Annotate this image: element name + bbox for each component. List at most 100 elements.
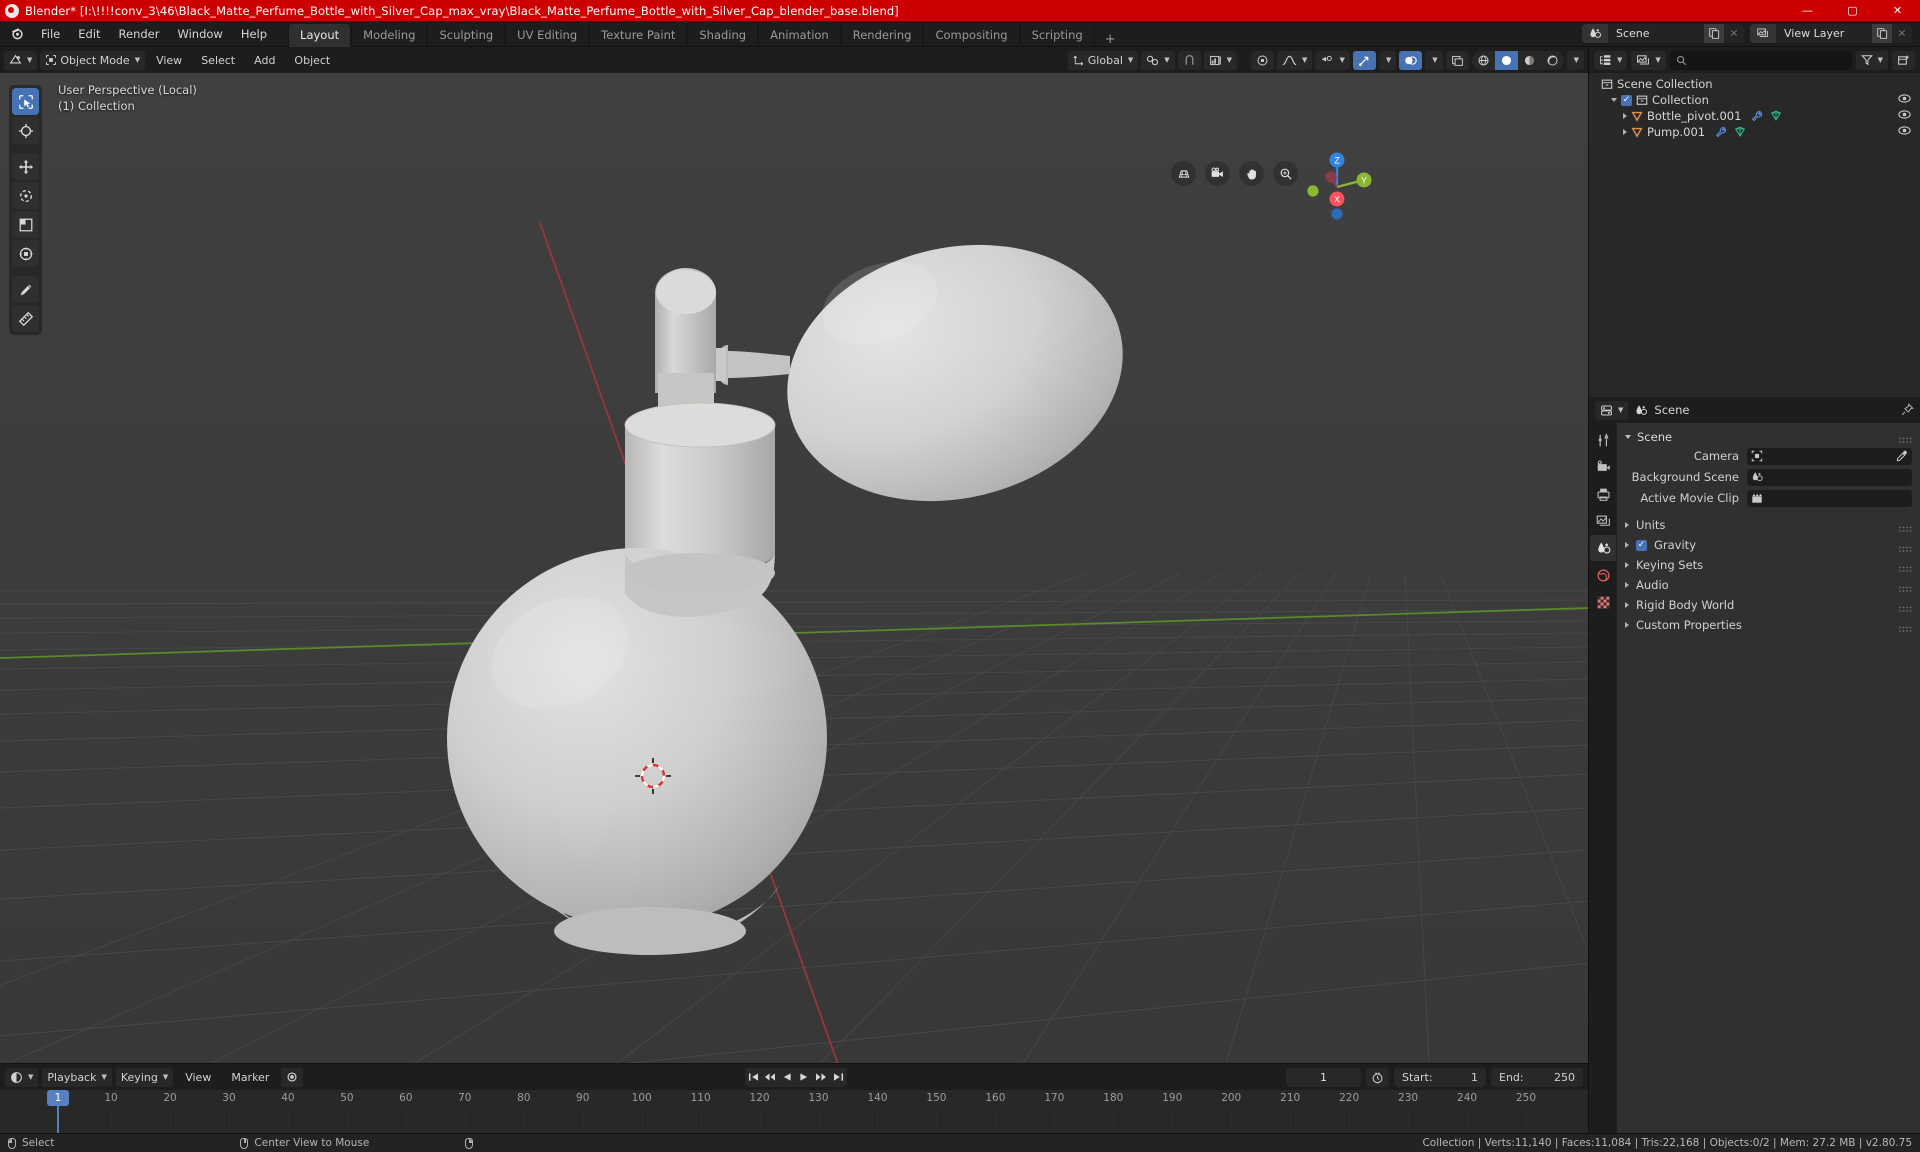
outliner-row-pump[interactable]: Pump.001 xyxy=(1589,124,1920,140)
timeline-menu-playback[interactable]: Playback ▼ xyxy=(42,1067,112,1087)
shading-material-button[interactable] xyxy=(1518,51,1541,70)
transform-orientation-selector[interactable]: Global ▼ xyxy=(1067,50,1139,70)
shading-solid-button[interactable] xyxy=(1494,50,1518,70)
tab-view-layer[interactable] xyxy=(1590,508,1616,534)
gizmo-y-negative[interactable] xyxy=(1307,185,1319,197)
jump-prev-keyframe-button[interactable] xyxy=(762,1068,779,1087)
outliner-row-collection[interactable]: Collection xyxy=(1589,92,1920,108)
axis-navigation-gizmo[interactable]: Z Y X xyxy=(1301,151,1373,223)
viewport-menu-select[interactable]: Select xyxy=(193,51,243,70)
menu-render[interactable]: Render xyxy=(110,24,169,44)
visibility-selector[interactable]: ▼ xyxy=(1315,50,1350,70)
new-scene-button[interactable] xyxy=(1704,24,1724,43)
remove-view-layer-button[interactable]: ✕ xyxy=(1892,24,1912,43)
xray-toggle-button[interactable] xyxy=(1445,50,1469,70)
use-preview-range-button[interactable] xyxy=(1366,1067,1389,1087)
menu-window[interactable]: Window xyxy=(168,24,231,44)
timeline-playhead[interactable]: 1 xyxy=(47,1090,69,1106)
snap-target-selector[interactable]: ▼ xyxy=(1141,50,1175,70)
panel-units[interactable]: Units xyxy=(1617,515,1920,535)
gizmo-z-negative[interactable] xyxy=(1331,208,1343,220)
outliner-row-bottle-pivot[interactable]: Bottle_pivot.001 xyxy=(1589,108,1920,124)
gizmo-toggle-button[interactable] xyxy=(1352,50,1376,70)
annotate-tool[interactable] xyxy=(12,276,39,303)
mesh-data-icon[interactable] xyxy=(1770,110,1782,122)
measure-tool[interactable] xyxy=(12,305,39,332)
select-box-tool[interactable] xyxy=(12,88,39,115)
transform-tool[interactable] xyxy=(12,240,39,267)
unlink-scene-button[interactable]: ✕ xyxy=(1724,24,1744,43)
menu-file[interactable]: File xyxy=(32,24,69,44)
collection-checkbox[interactable] xyxy=(1621,94,1632,106)
tab-output[interactable] xyxy=(1590,481,1616,507)
tab-rendering[interactable]: Rendering xyxy=(840,23,924,47)
overlays-toggle-button[interactable] xyxy=(1399,50,1423,70)
editor-type-selector[interactable]: ▼ xyxy=(4,50,38,70)
outliner-display-mode[interactable]: ▼ xyxy=(1631,50,1666,70)
eyedropper-icon[interactable] xyxy=(1896,447,1908,466)
frame-end-field[interactable]: End: 250 xyxy=(1491,1067,1583,1087)
toggle-camera-perspective-icon[interactable] xyxy=(1171,161,1196,186)
pan-view-icon[interactable] xyxy=(1239,161,1264,186)
rotate-tool[interactable] xyxy=(12,182,39,209)
frame-start-field[interactable]: Start: 1 xyxy=(1394,1067,1486,1087)
snap-toggle-button[interactable] xyxy=(1177,50,1201,70)
tab-scripting[interactable]: Scripting xyxy=(1019,23,1095,47)
tab-tool[interactable] xyxy=(1590,427,1616,453)
outliner-search-input[interactable] xyxy=(1669,50,1852,70)
panel-gravity[interactable]: Gravity xyxy=(1617,535,1920,555)
viewport-menu-add[interactable]: Add xyxy=(246,51,283,70)
menu-help[interactable]: Help xyxy=(232,24,276,44)
editor-type-properties[interactable]: ▼ xyxy=(1595,400,1629,420)
hide-in-viewport-icon[interactable] xyxy=(1898,109,1911,123)
viewport-menu-object[interactable]: Object xyxy=(286,51,338,70)
play-reverse-button[interactable] xyxy=(779,1068,796,1087)
scene-panel-header[interactable]: Scene xyxy=(1617,427,1920,446)
panel-drag-handle[interactable] xyxy=(1899,433,1912,443)
proportional-falloff-button[interactable] xyxy=(1251,50,1275,70)
disclosure-triangle-collection[interactable] xyxy=(1611,98,1617,102)
current-frame-field[interactable]: 1 xyxy=(1286,1067,1361,1087)
jump-next-keyframe-button[interactable] xyxy=(813,1068,830,1087)
timeline-track[interactable]: 10 20 30 40 50 60 70 80 90 100 110 120 130 140 150 160 1… xyxy=(0,1090,1588,1133)
blender-menu-icon[interactable] xyxy=(6,23,28,45)
tab-animation[interactable]: Animation xyxy=(758,23,841,47)
gizmo-options-dropdown[interactable]: ▼ xyxy=(1378,50,1397,70)
hide-in-viewport-icon[interactable] xyxy=(1898,125,1911,139)
timeline-menu-keying[interactable]: Keying ▼ xyxy=(115,1067,174,1087)
maximize-button[interactable]: ▢ xyxy=(1830,0,1875,21)
gizmo-x-negative[interactable] xyxy=(1325,171,1337,183)
object-mode-selector[interactable]: Object Mode ▼ xyxy=(40,50,146,70)
editor-type-timeline[interactable]: ▼ xyxy=(5,1067,39,1087)
outliner-filter-button[interactable]: ▼ xyxy=(1855,50,1888,70)
shading-rendered-button[interactable] xyxy=(1541,51,1564,70)
hide-in-viewport-icon[interactable] xyxy=(1898,93,1911,107)
view-layer-selector[interactable]: View Layer ✕ xyxy=(1750,24,1912,43)
mesh-data-icon[interactable] xyxy=(1734,126,1746,138)
scene-selector[interactable]: Scene ✕ xyxy=(1582,24,1744,43)
proportional-editing-selector[interactable]: ▼ xyxy=(1203,50,1238,70)
tab-render[interactable] xyxy=(1590,454,1616,480)
cursor-tool[interactable] xyxy=(12,117,39,144)
panel-keying-sets[interactable]: Keying Sets xyxy=(1617,555,1920,575)
tab-world[interactable] xyxy=(1590,562,1616,588)
menu-edit[interactable]: Edit xyxy=(69,24,109,44)
panel-audio[interactable]: Audio xyxy=(1617,575,1920,595)
close-button[interactable]: ✕ xyxy=(1875,0,1920,21)
timeline-menu-view[interactable]: View xyxy=(177,1068,219,1087)
new-view-layer-button[interactable] xyxy=(1872,24,1892,43)
gravity-checkbox[interactable] xyxy=(1636,539,1647,551)
falloff-curve-selector[interactable]: ▼ xyxy=(1277,50,1313,70)
minimize-button[interactable]: — xyxy=(1785,0,1830,21)
pin-icon[interactable] xyxy=(1901,401,1914,420)
outliner-tree[interactable]: Scene Collection Collection xyxy=(1589,73,1920,397)
tab-compositing[interactable]: Compositing xyxy=(923,23,1020,47)
shading-wireframe-button[interactable] xyxy=(1472,51,1495,70)
modifier-wrench-icon[interactable] xyxy=(1715,126,1727,138)
camera-view-icon[interactable] xyxy=(1205,161,1230,186)
zoom-view-icon[interactable] xyxy=(1273,161,1298,186)
shading-options-dropdown[interactable]: ▼ xyxy=(1566,50,1584,70)
tab-shading[interactable]: Shading xyxy=(687,23,759,47)
timeline-menu-marker[interactable]: Marker xyxy=(223,1068,277,1087)
outliner-row-scene-collection[interactable]: Scene Collection xyxy=(1589,76,1920,92)
